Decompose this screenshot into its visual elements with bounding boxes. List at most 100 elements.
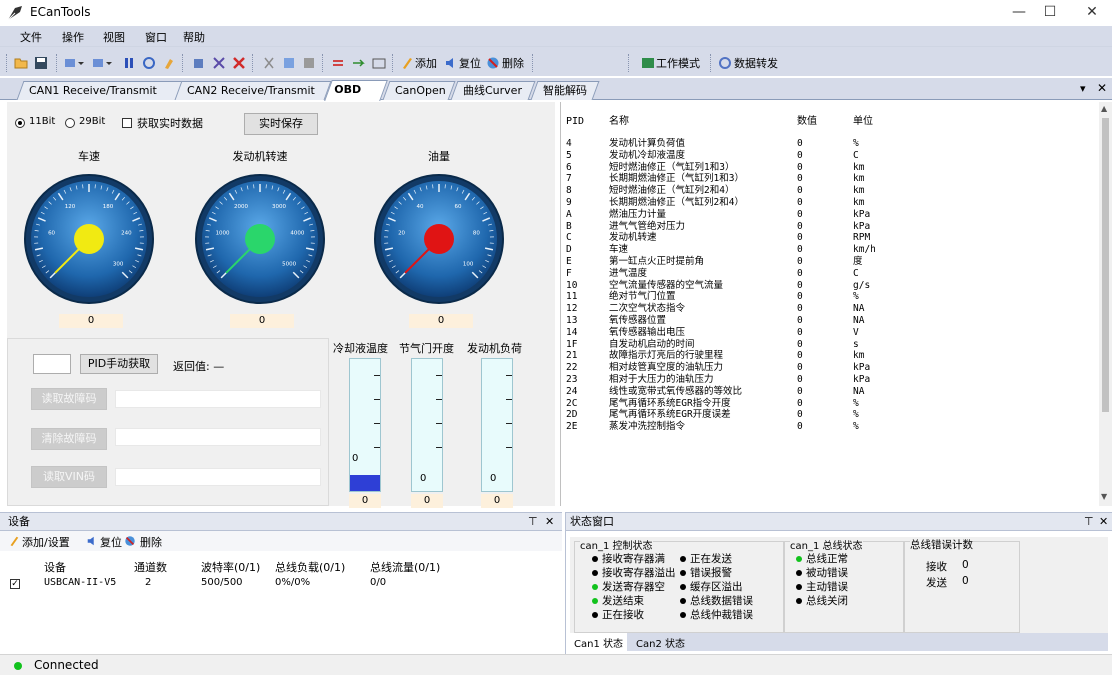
reset-speaker-icon[interactable] — [444, 56, 458, 70]
tab-canopen[interactable]: CanOpen — [382, 81, 456, 100]
tab-can1-receive-transmit[interactable]: CAN1 Receive/Transmit — [16, 81, 184, 100]
toolbar-add-button[interactable]: 添加 — [415, 55, 437, 71]
tab-can2-receive-transmit[interactable]: CAN2 Receive/Transmit — [174, 81, 332, 100]
tab-smart-decode[interactable]: 智能解码 — [530, 81, 600, 100]
tab-can2-status[interactable]: Can2 状态 — [632, 633, 689, 651]
save-icon[interactable] — [34, 56, 48, 70]
clear-dtc-button[interactable]: 清除故障码 — [31, 428, 107, 450]
data-forward-button[interactable]: 数据转发 — [734, 55, 778, 71]
tab-close-icon[interactable]: ✕ — [1097, 81, 1107, 95]
cut-icon[interactable] — [262, 56, 276, 70]
pid-cell-name: 尾气再循环系统EGR开度误差 — [609, 409, 731, 421]
device-delete-button[interactable]: 删除 — [140, 534, 162, 550]
tab-curve[interactable]: 曲线Curver — [450, 81, 536, 100]
device-add-icon[interactable] — [8, 535, 20, 547]
pid-table-row[interactable]: F 进气温度 0 C — [561, 268, 1101, 280]
pid-table-row[interactable]: B 进气气管绝对压力 0 kPa — [561, 221, 1101, 233]
delete-globe-icon[interactable] — [486, 56, 500, 70]
pid-table-row[interactable]: 24 线性或宽带式氧传感器的等效比 0 NA — [561, 386, 1101, 398]
pid-table-row[interactable]: 9 长期期燃油修正（气缸列2和4） 0 km — [561, 197, 1101, 209]
pause-icon[interactable] — [122, 56, 136, 70]
pid-cell-value: 0 — [797, 197, 803, 208]
menu-view[interactable]: 视图 — [103, 29, 125, 45]
realtime-data-checkbox[interactable] — [122, 118, 132, 128]
pid-table-row[interactable]: 14 氧传感器输出电压 0 V — [561, 327, 1101, 339]
tab-can1-status[interactable]: Can1 状态 — [570, 633, 627, 651]
pid-input[interactable] — [33, 354, 71, 374]
device-delete-icon[interactable] — [124, 535, 136, 547]
maximize-button[interactable]: ☐ — [1030, 0, 1070, 26]
tools-icon[interactable] — [212, 56, 226, 70]
close-button[interactable]: ✕ — [1072, 0, 1112, 26]
add-pen-icon[interactable] — [400, 56, 414, 70]
filter-icon[interactable] — [282, 56, 296, 70]
read-vin-button[interactable]: 读取VIN码 — [31, 466, 107, 488]
pid-table-row[interactable]: D 车速 0 km/h — [561, 244, 1101, 256]
recv-label: 接收 — [926, 561, 947, 573]
pid-cell-unit: NA — [853, 315, 865, 326]
pid-table-row[interactable]: A 燃油压力计量 0 kPa — [561, 209, 1101, 221]
pid-table-row[interactable]: 2D 尾气再循环系统EGR开度误差 0% — [561, 409, 1101, 421]
pid-table-row[interactable]: 1F 自发动机启动的时间 0 s — [561, 339, 1101, 351]
menu-operate[interactable]: 操作 — [62, 29, 84, 45]
tab-list-dropdown-icon[interactable]: ▾ — [1080, 82, 1086, 95]
pid-table-row[interactable]: 10 空气流量传感器的空气流量 0 g/s — [561, 280, 1101, 292]
pid-table-row[interactable]: 7 长期期燃油修正（气缸列1和3） 0 km — [561, 173, 1101, 185]
pid-table-row[interactable]: E 第一缸点火正时提前角 0 度 — [561, 256, 1101, 268]
clear-brush-icon[interactable] — [162, 56, 176, 70]
forward-icon[interactable] — [352, 56, 366, 70]
read-dtc-button[interactable]: 读取故障码 — [31, 388, 107, 410]
gauge-1-hub — [245, 224, 275, 254]
pid-table-row[interactable]: C 发动机转速 0 RPM — [561, 232, 1101, 244]
pid-header-value: 数值 — [797, 116, 817, 127]
pid-table-row[interactable]: 21 故障指示灯亮后的行驶里程 0 km — [561, 350, 1101, 362]
menu-help[interactable]: 帮助 — [183, 29, 205, 45]
pid-table-row[interactable]: 11 绝对节气门位置 0% — [561, 291, 1101, 303]
device-row-checkbox[interactable]: ✓ — [10, 579, 20, 589]
transfer-icon[interactable] — [332, 56, 346, 70]
pid-table-row[interactable]: 23 相对于大压力的油轨压力 0 kPa — [561, 374, 1101, 386]
receive-dropdown-icon[interactable] — [92, 56, 118, 70]
pid-table-row[interactable]: 2E 蒸发冲洗控制指令 0% — [561, 421, 1101, 433]
pid-cell-value: 0 — [797, 185, 803, 197]
pid-table-row[interactable]: 4 发动机计算负荷值 0% — [561, 138, 1101, 150]
menu-window[interactable]: 窗口 — [145, 29, 167, 45]
pid-table-row[interactable]: 12 二次空气状态指令 0 NA — [561, 303, 1101, 315]
device-panel-close-icon[interactable]: ✕ — [545, 513, 554, 530]
status-window-close-icon[interactable]: ✕ — [1099, 513, 1108, 530]
pid-table-row[interactable]: 13 氧传感器位置 0 NA — [561, 315, 1101, 327]
pid-cell-code: 1F — [566, 338, 578, 350]
pid-table-row[interactable]: 22 相对歧管真空度的油轨压力 0 kPa — [561, 362, 1101, 374]
radio-29bit[interactable] — [65, 118, 75, 128]
bar-0-zero-label: 0 — [352, 453, 359, 464]
pid-manual-button[interactable]: PID手动获取 — [80, 354, 158, 374]
open-folder-icon[interactable] — [14, 56, 28, 70]
window-icon[interactable] — [372, 56, 386, 70]
copy-icon[interactable] — [192, 56, 206, 70]
pid-table-row[interactable]: 6 短时燃油修正（气缸列1和3） 0 km — [561, 162, 1101, 174]
menu-file[interactable]: 文件 — [20, 29, 42, 45]
pid-table-row[interactable]: 5 发动机冷却液温度 0 C — [561, 150, 1101, 162]
bar-0-tick — [374, 423, 380, 424]
work-mode-icon[interactable] — [641, 56, 655, 70]
pid-table-row[interactable]: 2C 尾气再循环系统EGR指令开度 0% — [561, 398, 1101, 410]
send-dropdown-icon[interactable] — [64, 56, 90, 70]
pid-table-scrollbar[interactable]: ▲ ▼ — [1099, 102, 1112, 506]
work-mode-button[interactable]: 工作模式 — [656, 55, 700, 71]
device-reset-button[interactable]: 复位 — [100, 534, 122, 550]
toolbar-delete-button[interactable]: 删除 — [502, 55, 524, 71]
delete-red-icon[interactable] — [232, 56, 246, 70]
device-panel-pin-icon[interactable]: ⊤ — [528, 513, 538, 530]
export-icon[interactable] — [302, 56, 316, 70]
pid-table-row[interactable]: 8 短时燃油修正（气缸列2和4） 0 km — [561, 185, 1101, 197]
refresh-icon[interactable] — [142, 56, 156, 70]
status-body: can_1 控制状态 接收寄存器满 接收寄存器溢出 发送寄存器空 发送结束 正在接收 正… — [570, 537, 1108, 651]
status-window-pin-icon[interactable]: ⊤ — [1084, 513, 1094, 530]
realtime-save-button[interactable]: 实时保存 — [244, 113, 318, 135]
device-add-button[interactable]: 添加/设置 — [22, 534, 70, 550]
radio-11bit[interactable] — [15, 118, 25, 128]
toolbar-reset-button[interactable]: 复位 — [459, 55, 481, 71]
device-reset-icon[interactable] — [86, 535, 98, 547]
data-forward-icon[interactable] — [718, 56, 732, 70]
tab-obd2[interactable]: OBD II — [324, 80, 388, 113]
